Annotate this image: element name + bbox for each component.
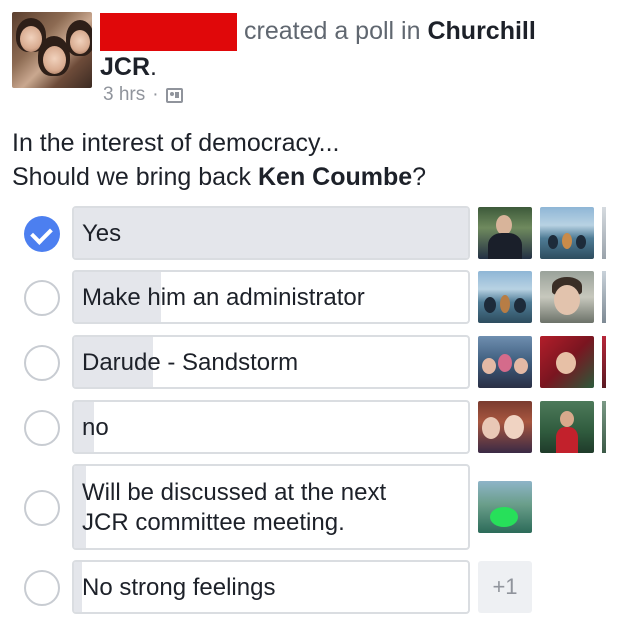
group-link[interactable]: Churchill	[427, 17, 535, 45]
poll-option-bar[interactable]: Will be discussed at the next JCR commit…	[72, 464, 470, 550]
vote-share-fill	[74, 562, 82, 612]
poll-option-label: Will be discussed at the next JCR commit…	[82, 479, 387, 536]
voter-avatar[interactable]	[478, 336, 532, 388]
poll-option-label: No strong feelings	[82, 574, 276, 601]
truncated-avatar-edge	[602, 336, 606, 388]
truncated-avatar-edge	[602, 271, 606, 323]
radio-icon[interactable]	[24, 570, 60, 606]
poll-option-bar[interactable]: Make him an administrator	[72, 270, 470, 324]
poll-option-darude[interactable]: Darude - Sandstorm	[0, 335, 640, 389]
truncated-avatar-edge	[602, 207, 606, 259]
voter-avatar[interactable]	[478, 481, 532, 533]
poll-option-label: no	[82, 414, 109, 441]
meta-separator: ·	[152, 84, 159, 105]
radio-icon[interactable]	[24, 280, 60, 316]
post-timestamp[interactable]: 3 hrs	[103, 82, 145, 108]
voter-avatar[interactable]	[478, 271, 532, 323]
voter-avatar[interactable]	[540, 336, 594, 388]
post-header: created a poll in Churchill JCR. 3 hrs ·	[0, 0, 640, 120]
poll-question-prefix: Should we bring back	[12, 163, 258, 191]
poll-option-label: Make him an administrator	[82, 284, 365, 311]
poll-option-no-strong-feelings[interactable]: No strong feelings +1	[0, 560, 640, 614]
voter-avatars	[478, 207, 602, 259]
poll-option-no[interactable]: no	[0, 400, 640, 454]
redacted-author-name	[100, 13, 237, 51]
poll-option-administrator[interactable]: Make him an administrator	[0, 270, 640, 324]
poll-option-discussed[interactable]: Will be discussed at the next JCR commit…	[0, 464, 640, 550]
voter-avatar[interactable]	[540, 271, 594, 323]
voter-avatar[interactable]	[540, 401, 594, 453]
poll-question-line2: Should we bring back Ken Coumbe?	[12, 160, 622, 194]
poll-option-bar[interactable]: No strong feelings	[72, 560, 470, 614]
radio-icon[interactable]	[24, 490, 60, 526]
group-link-continued[interactable]: JCR.	[100, 50, 157, 84]
poll-option-yes[interactable]: Yes	[0, 206, 640, 260]
poll-question: In the interest of democracy... Should w…	[12, 126, 622, 194]
voter-avatar[interactable]	[478, 401, 532, 453]
post-meta: 3 hrs ·	[103, 82, 183, 108]
author-avatar[interactable]	[12, 12, 92, 88]
radio-icon[interactable]	[24, 410, 60, 446]
voter-avatars	[478, 271, 602, 323]
voter-avatars	[478, 401, 602, 453]
poll-option-bar[interactable]: Darude - Sandstorm	[72, 335, 470, 389]
group-name-period: .	[150, 53, 157, 81]
poll-option-label: Darude - Sandstorm	[82, 349, 299, 376]
poll-option-bar[interactable]: no	[72, 400, 470, 454]
group-audience-icon[interactable]	[165, 87, 183, 103]
truncated-avatar-edge	[602, 401, 606, 453]
post-action-line: created a poll in Churchill	[244, 14, 536, 48]
poll-question-line1: In the interest of democracy...	[12, 129, 340, 157]
radio-icon[interactable]	[24, 345, 60, 381]
more-voters-badge[interactable]: +1	[478, 561, 532, 613]
poll-option-bar[interactable]: Yes	[72, 206, 470, 260]
poll-option-label: Yes	[82, 220, 122, 247]
voter-avatars	[478, 336, 602, 388]
voter-avatars	[478, 481, 540, 533]
poll-question-name: Ken Coumbe	[257, 163, 413, 191]
voter-avatar[interactable]	[478, 207, 532, 259]
poll-question-suffix: ?	[412, 163, 427, 191]
voter-avatar[interactable]	[540, 207, 594, 259]
group-name-part2[interactable]: JCR	[100, 53, 150, 81]
post-action-text: created a poll in	[244, 17, 421, 45]
checked-radio-icon[interactable]	[24, 216, 60, 252]
